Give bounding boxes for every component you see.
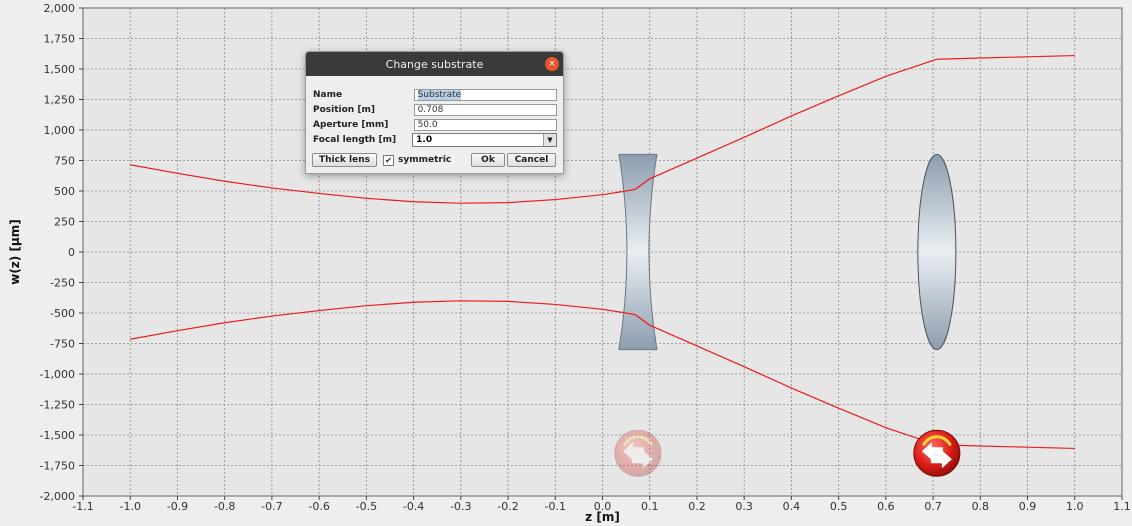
position-label: Position [m] [313, 105, 375, 115]
x-tick-label: 0.3 [735, 500, 753, 513]
app-window: -1.1 -1.0 -0.9 -0.8 -0.7 -0.6 -0.5 -0.4 -0.3 -0.2… [0, 0, 1132, 526]
x-tick-label: 1.1 [1113, 500, 1131, 513]
x-tick-label: -1.1 [72, 500, 93, 513]
aperture-label: Aperture [mm] [313, 120, 389, 130]
y-tick-label: 1,750 [44, 33, 76, 46]
name-value: Substrate [417, 90, 462, 100]
focal-length-combo[interactable]: 1.0 ▼ [412, 133, 557, 147]
convex-lens[interactable] [917, 153, 957, 351]
y-tick-label: -2,000 [40, 490, 75, 503]
focal-length-label: Focal length [m] [313, 135, 397, 145]
y-tick-label: -750 [50, 338, 75, 351]
x-tick-label: 0.1 [641, 500, 659, 513]
symmetric-checkbox[interactable]: ✔ [383, 154, 394, 166]
aperture-row: Aperture [mm] 50.0 [313, 118, 557, 132]
symmetric-checkbox-group: ✔ symmetric [383, 153, 451, 167]
y-tick-label: -1,750 [40, 460, 75, 473]
x-tick-label: -0.6 [308, 500, 329, 513]
substrate-handle-icon[interactable] [913, 429, 961, 477]
x-tick-label: 0.6 [877, 500, 895, 513]
x-tick-label: -0.5 [356, 500, 377, 513]
y-tick-label: -500 [50, 307, 75, 320]
symmetric-label: symmetric [398, 155, 452, 165]
x-tick-label: 1.0 [1066, 500, 1084, 513]
y-tick-label: 2,000 [44, 2, 76, 15]
focal-length-value: 1.0 [416, 135, 433, 145]
x-tick-label: -0.1 [545, 500, 566, 513]
name-row: Name Substrate [313, 88, 557, 102]
position-field[interactable]: 0.708 [413, 104, 557, 116]
aperture-field[interactable]: 50.0 [413, 119, 557, 131]
dialog-title: Change substrate [385, 57, 484, 71]
substrate-handle-icon[interactable] [614, 429, 662, 477]
x-tick-label: 0.7 [924, 500, 942, 513]
x-tick-label: -0.7 [261, 500, 282, 513]
name-field[interactable]: Substrate [413, 89, 557, 101]
y-tick-label: 250 [54, 216, 75, 229]
x-tick-label: 0.2 [688, 500, 706, 513]
y-tick-label: 0 [68, 246, 75, 259]
y-axis-label: w(z) [µm] [8, 219, 22, 285]
name-label: Name [313, 90, 343, 100]
cancel-button[interactable]: Cancel [507, 153, 556, 167]
x-tick-label: 0.5 [830, 500, 848, 513]
y-tick-label: 1,250 [44, 94, 76, 107]
y-tick-label: 1,000 [44, 124, 76, 137]
y-tick-label: 500 [54, 185, 75, 198]
x-tick-label: -0.8 [214, 500, 235, 513]
beam-profile-chart[interactable]: -1.1 -1.0 -0.9 -0.8 -0.7 -0.6 -0.5 -0.4 -0.3 -0.2… [0, 0, 1132, 526]
y-tick-label: -250 [50, 277, 75, 290]
x-tick-label: 0.4 [783, 500, 801, 513]
y-tick-label: 750 [54, 155, 75, 168]
x-tick-label: 0.9 [1019, 500, 1037, 513]
change-substrate-dialog: Change substrate × Name Substrate Positi… [305, 51, 564, 174]
x-tick-label: 0.8 [972, 500, 990, 513]
x-tick-label: -0.3 [450, 500, 471, 513]
position-row: Position [m] 0.708 [313, 103, 557, 117]
thick-lens-button[interactable]: Thick lens [312, 153, 377, 167]
x-tick-label: -0.4 [403, 500, 424, 513]
x-tick-label: -0.2 [497, 500, 518, 513]
x-axis-label: z [m] [585, 510, 620, 524]
x-tick-label: -0.9 [167, 500, 188, 513]
focal-length-row: Focal length [m] 1.0 ▼ [313, 133, 557, 147]
y-tick-label: -1,250 [40, 399, 75, 412]
y-tick-label: 1,500 [44, 63, 76, 76]
y-tick-label: -1,500 [40, 429, 75, 442]
ok-button[interactable]: Ok [471, 153, 505, 167]
x-tick-label: -1.0 [119, 500, 140, 513]
y-tick-label: -1,000 [40, 368, 75, 381]
close-icon[interactable]: × [545, 57, 559, 71]
chevron-down-icon[interactable]: ▼ [543, 134, 556, 146]
dialog-titlebar[interactable]: Change substrate × [306, 52, 563, 76]
